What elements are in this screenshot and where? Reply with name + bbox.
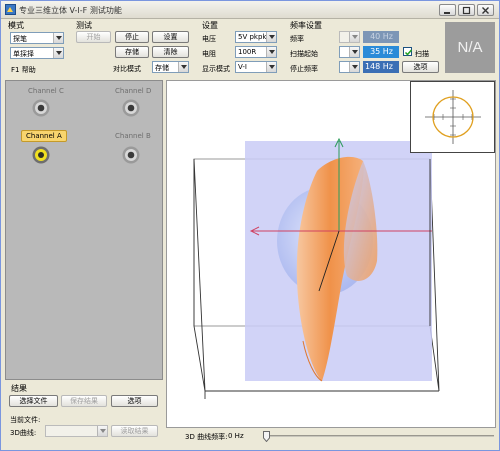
chevron-down-icon (349, 62, 359, 72)
frequency-slider-track[interactable] (266, 435, 494, 437)
sweep-start-label: 扫描起始 (290, 50, 318, 58)
channel-c-label: Channel C (28, 87, 64, 95)
sweep-checkbox[interactable] (403, 47, 413, 56)
chevron-down-icon (97, 426, 107, 436)
channel-d-label: Channel D (115, 87, 152, 95)
step-select[interactable]: 单採择 (10, 47, 64, 59)
chevron-down-icon (266, 62, 276, 72)
close-icon (482, 7, 489, 14)
voltage-select[interactable]: 5V pkpk (235, 31, 277, 43)
mode-heading: 模式 (8, 21, 24, 30)
sweep-start-select[interactable] (339, 46, 360, 58)
results-options-button[interactable]: 选项 (111, 395, 158, 407)
start-button[interactable]: 开始 (76, 31, 111, 43)
freq-readout-value: 0 Hz (228, 432, 244, 440)
results-heading: 结果 (11, 384, 27, 393)
probe-select[interactable]: 探笔 (10, 32, 64, 44)
display-mode-value: V-I (238, 63, 247, 71)
chevron-down-icon (178, 62, 188, 72)
frequency-slider-thumb[interactable] (263, 431, 270, 442)
compare-mode-label: 对比模式 (113, 65, 141, 73)
mini-vi-canvas (425, 90, 481, 144)
chevron-down-icon (266, 32, 276, 42)
current-file-label: 当前文件: (10, 416, 41, 424)
channel-a-jack-icon[interactable] (32, 146, 50, 164)
compare-mode-select[interactable]: 存储 (152, 61, 189, 73)
sweep-start-value[interactable]: 35 Hz (363, 46, 399, 58)
voltage-value: 5V pkpk (238, 33, 267, 41)
minimize-icon (444, 12, 450, 14)
title-bar: 专业三维立体 V-I-F 测试功能 (1, 1, 499, 19)
resistance-value: 100R (238, 48, 257, 56)
channel-b-jack-icon[interactable] (122, 146, 140, 164)
freq-label: 频率 (290, 35, 304, 43)
chevron-down-icon (53, 33, 63, 43)
channel-c-jack-icon[interactable] (32, 99, 50, 117)
step-select-value: 单採择 (13, 50, 34, 58)
channel-panel: Channel C Channel D Channel A Channel B (5, 80, 163, 380)
maximize-icon (462, 6, 471, 15)
channel-b-label: Channel B (115, 132, 151, 140)
minimize-button[interactable] (439, 4, 456, 16)
stop-button[interactable]: 停止 (115, 31, 149, 43)
freq-select[interactable] (339, 31, 360, 43)
freq-value[interactable]: 40 Hz (363, 31, 399, 43)
status-box: N/A (445, 22, 495, 73)
stop-freq-select[interactable] (339, 61, 360, 73)
control-panel: 模式 探笔 单採择 F1 帮助 测试 开始 停止 设置 存储 清除 对比模式 存… (1, 19, 499, 77)
curve-select[interactable] (45, 425, 108, 437)
channel-d-jack-icon[interactable] (122, 99, 140, 117)
voltage-label: 电压 (202, 35, 216, 43)
chevron-down-icon (349, 47, 359, 57)
freq-readout-label: 3D 曲线频率: (185, 433, 228, 441)
compare-mode-value: 存储 (155, 64, 169, 72)
results-section: 结果 选择文件 保存结果 选项 当前文件: 3D曲线: 读取结果 (5, 383, 163, 447)
save-results-button[interactable]: 保存结果 (61, 395, 107, 407)
mini-vi-plot (410, 81, 495, 153)
app-window: 专业三维立体 V-I-F 测试功能 模式 探笔 单採择 F1 帮助 测试 开始 … (0, 0, 500, 451)
settings-heading: 设置 (202, 21, 218, 30)
window-title: 专业三维立体 V-I-F 测试功能 (19, 6, 122, 15)
store-button[interactable]: 存储 (115, 46, 149, 58)
chevron-down-icon (349, 32, 359, 42)
close-button[interactable] (477, 4, 494, 16)
maximize-button[interactable] (458, 4, 475, 16)
stop-freq-label: 停止频率 (290, 65, 318, 73)
clear-button[interactable]: 清除 (152, 46, 189, 58)
settings-button[interactable]: 设置 (152, 31, 189, 43)
frequency-heading: 频率设置 (290, 21, 322, 30)
select-file-button[interactable]: 选择文件 (9, 395, 58, 407)
read-results-button[interactable]: 读取结果 (111, 425, 158, 437)
sweep-label: 扫描 (415, 50, 429, 58)
test-heading: 测试 (76, 21, 92, 30)
resistance-select[interactable]: 100R (235, 46, 277, 58)
channel-a-label[interactable]: Channel A (21, 130, 67, 142)
app-icon (5, 4, 16, 15)
probe-select-value: 探笔 (13, 35, 27, 43)
chevron-down-icon (266, 47, 276, 57)
curve-label: 3D曲线: (10, 429, 37, 437)
freq-options-button[interactable]: 选项 (402, 61, 439, 73)
stop-freq-value[interactable]: 148 Hz (363, 61, 399, 73)
check-icon (404, 49, 413, 56)
display-mode-select[interactable]: V-I (235, 61, 277, 73)
display-mode-label: 显示模式 (202, 65, 230, 73)
chevron-down-icon (53, 48, 63, 58)
f1-help-label: F1 帮助 (11, 66, 36, 74)
resistance-label: 电阻 (202, 50, 216, 58)
